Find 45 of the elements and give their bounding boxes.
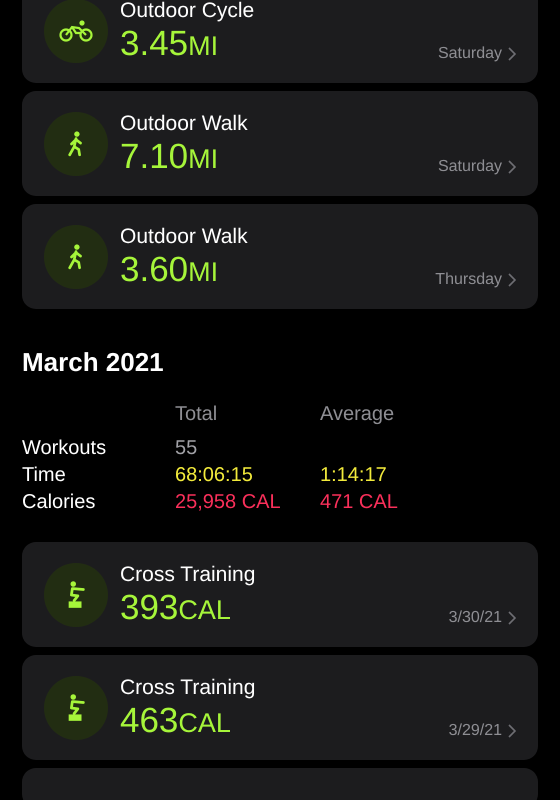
workout-date: 3/29/21 xyxy=(448,722,502,740)
workout-value: 3.45 xyxy=(120,24,188,62)
workout-name: Cross Training xyxy=(120,562,256,586)
workout-card[interactable]: Cross Training 393CAL 3/30/21 xyxy=(22,542,538,647)
workout-value: 7.10 xyxy=(120,138,188,176)
workout-unit: CAL xyxy=(178,708,231,738)
workout-date: Saturday xyxy=(438,158,502,176)
workout-unit: CAL xyxy=(178,594,231,626)
chevron-icon xyxy=(508,611,516,625)
workout-value: 463 xyxy=(120,702,178,740)
workout-card[interactable] xyxy=(22,768,538,800)
chevron-icon xyxy=(508,47,516,61)
stat-total: 68:06:15 xyxy=(175,463,254,488)
workout-card[interactable]: Outdoor Walk 7.10MI Saturday xyxy=(22,91,538,196)
workout-unit: MI xyxy=(188,144,218,174)
workout-unit: MI xyxy=(188,256,218,288)
column-header: Total xyxy=(175,402,218,427)
stat-average: 471 CAL xyxy=(320,490,399,515)
stat-label: Calories xyxy=(22,490,96,515)
workout-card[interactable]: Cross Training 463CAL 3/29/21 xyxy=(22,655,538,760)
stat-total: 25,958 CAL xyxy=(175,490,282,515)
workout-name: Outdoor Walk xyxy=(120,224,249,248)
walking-figure-icon xyxy=(67,130,85,156)
workout-name: Cross Training xyxy=(120,676,256,700)
workout-card[interactable]: Outdoor Walk 3.60MI Thursday xyxy=(22,204,538,309)
stat-total: 55 xyxy=(175,436,198,461)
column-header: Average xyxy=(320,402,396,427)
workout-name: Outdoor Cycle xyxy=(120,0,256,22)
workout-value: 393 xyxy=(120,588,178,626)
cyclist-icon xyxy=(59,20,93,42)
chevron-icon xyxy=(508,273,516,287)
workout-value: 3.60 xyxy=(120,250,188,288)
stat-label: Workouts xyxy=(22,436,108,461)
walking-figure-icon xyxy=(67,244,85,270)
workout-unit: MI xyxy=(188,30,218,62)
stat-average: 1:14:17 xyxy=(320,463,388,488)
workout-name: Outdoor Walk xyxy=(120,112,249,136)
chevron-icon xyxy=(508,160,516,174)
month-heading: March 2021 xyxy=(22,347,165,377)
stat-label: Time xyxy=(22,463,67,488)
workout-date: Thursday xyxy=(435,271,502,289)
chevron-icon xyxy=(508,724,516,738)
workout-card[interactable]: Outdoor Cycle 3.45MI Saturday xyxy=(22,0,538,83)
workout-date: Saturday xyxy=(438,45,502,63)
workout-date: 3/30/21 xyxy=(448,609,502,627)
